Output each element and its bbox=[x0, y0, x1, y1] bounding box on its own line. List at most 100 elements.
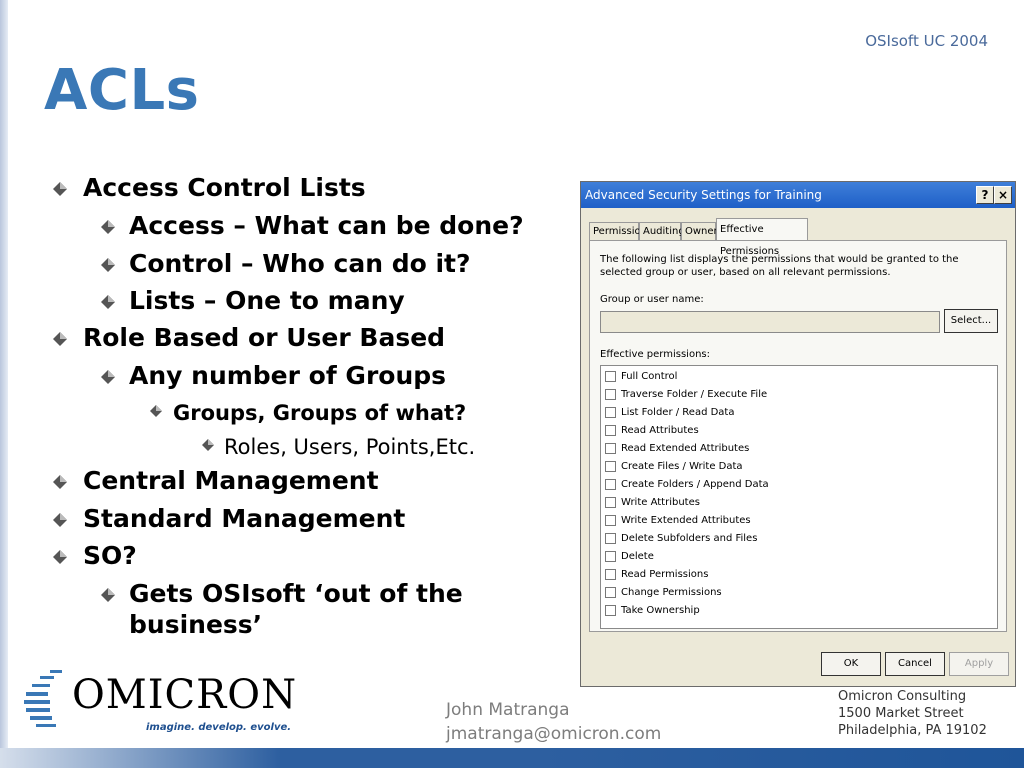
bullet-any-number: Any number of Groups bbox=[101, 361, 447, 391]
bullet-diamond-icon bbox=[53, 181, 67, 196]
permission-item[interactable]: Full Control bbox=[605, 370, 677, 384]
ok-button[interactable]: OK bbox=[821, 652, 881, 676]
bullet-access-control-lists: Access Control Lists bbox=[53, 173, 366, 203]
presenter-contact: John Matranga jmatranga@omicron.com bbox=[446, 698, 661, 746]
bullet-diamond-icon bbox=[101, 369, 115, 384]
bullet-text: business’ bbox=[129, 610, 263, 639]
bullet-text: Lists – One to many bbox=[129, 286, 405, 315]
checkbox-icon[interactable] bbox=[605, 406, 616, 418]
permission-item[interactable]: List Folder / Read Data bbox=[605, 406, 734, 420]
tab-auditing[interactable]: Auditing bbox=[639, 222, 685, 240]
permission-item[interactable]: Write Extended Attributes bbox=[605, 514, 751, 528]
bullet-diamond-icon bbox=[53, 512, 67, 527]
bullet-standard-management: Standard Management bbox=[53, 504, 406, 534]
bullet-gets-osisoft-continued: business’ bbox=[129, 610, 263, 640]
checkbox-icon[interactable] bbox=[605, 496, 616, 508]
permission-item[interactable]: Traverse Folder / Execute File bbox=[605, 388, 767, 402]
effective-permissions-label: Effective permissions: bbox=[600, 349, 710, 360]
permission-item[interactable]: Create Folders / Append Data bbox=[605, 478, 769, 492]
dialog-titlebar: Advanced Security Settings for Training … bbox=[581, 182, 1015, 208]
company-address: Omicron Consulting 1500 Market Street Ph… bbox=[838, 688, 987, 739]
omicron-logo: OMICRON imagine. develop. evolve. bbox=[20, 662, 300, 742]
checkbox-icon[interactable] bbox=[605, 604, 616, 616]
bullet-diamond-icon bbox=[53, 331, 67, 346]
checkbox-icon[interactable] bbox=[605, 568, 616, 580]
checkbox-icon[interactable] bbox=[605, 532, 616, 544]
apply-button[interactable]: Apply bbox=[949, 652, 1009, 676]
address-line-2: 1500 Market Street bbox=[838, 706, 964, 721]
checkbox-icon[interactable] bbox=[605, 478, 616, 490]
checkbox-icon[interactable] bbox=[605, 586, 616, 598]
checkbox-icon[interactable] bbox=[605, 424, 616, 436]
advanced-security-dialog: Advanced Security Settings for Training … bbox=[580, 181, 1016, 687]
address-line-3: Philadelphia, PA 19102 bbox=[838, 723, 987, 738]
group-user-field[interactable] bbox=[600, 311, 940, 333]
permission-item[interactable]: Read Permissions bbox=[605, 568, 708, 582]
bullet-text: Any number of Groups bbox=[129, 361, 447, 390]
address-line-1: Omicron Consulting bbox=[838, 689, 967, 704]
bullet-role-based: Role Based or User Based bbox=[53, 323, 446, 353]
close-button[interactable]: × bbox=[994, 186, 1012, 204]
permission-item[interactable]: Write Attributes bbox=[605, 496, 700, 510]
bullet-diamond-icon bbox=[101, 257, 115, 272]
permission-item[interactable]: Create Files / Write Data bbox=[605, 460, 743, 474]
bullet-diamond-icon bbox=[53, 549, 67, 564]
bullet-text: Access Control Lists bbox=[83, 173, 366, 202]
permission-item[interactable]: Delete Subfolders and Files bbox=[605, 532, 757, 546]
bullet-lists: Lists – One to many bbox=[101, 286, 405, 316]
footer-bar bbox=[0, 748, 1024, 768]
left-accent-bar bbox=[0, 0, 8, 768]
checkbox-icon[interactable] bbox=[605, 514, 616, 526]
dialog-title: Advanced Security Settings for Training bbox=[585, 188, 822, 202]
permission-item[interactable]: Change Permissions bbox=[605, 586, 722, 600]
bullet-roles-users: Roles, Users, Points,Etc. bbox=[202, 435, 476, 459]
bullet-central-management: Central Management bbox=[53, 466, 379, 496]
tab-permissions[interactable]: Permissions bbox=[589, 222, 652, 240]
group-label: Group or user name: bbox=[600, 294, 704, 305]
bullet-access: Access – What can be done? bbox=[101, 211, 524, 241]
bullet-diamond-icon bbox=[101, 587, 115, 602]
bullet-text: Roles, Users, Points,Etc. bbox=[224, 435, 476, 459]
logo-tagline: imagine. develop. evolve. bbox=[146, 722, 292, 733]
bullet-text: Role Based or User Based bbox=[83, 323, 446, 352]
bullet-text: Groups, Groups of what? bbox=[173, 401, 467, 425]
effective-permissions-list: Full Control Traverse Folder / Execute F… bbox=[600, 365, 998, 629]
logo-wordmark: OMICRON bbox=[72, 672, 298, 718]
checkbox-icon[interactable] bbox=[605, 370, 616, 382]
logo-swoosh-icon bbox=[24, 670, 62, 727]
bullet-control: Control – Who can do it? bbox=[101, 249, 471, 279]
tab-panel: The following list displays the permissi… bbox=[589, 240, 1007, 632]
panel-description: The following list displays the permissi… bbox=[600, 254, 959, 278]
checkbox-icon[interactable] bbox=[605, 388, 616, 400]
tab-owner[interactable]: Owner bbox=[681, 222, 718, 240]
event-label: OSIsoft UC 2004 bbox=[865, 32, 988, 50]
permission-item[interactable]: Read Extended Attributes bbox=[605, 442, 749, 456]
bullet-text: SO? bbox=[83, 541, 137, 570]
bullet-diamond-icon bbox=[101, 219, 115, 234]
permission-item[interactable]: Read Attributes bbox=[605, 424, 699, 438]
help-button[interactable]: ? bbox=[976, 186, 994, 204]
tab-effective-permissions[interactable]: Effective Permissions bbox=[716, 218, 808, 257]
bullet-so: SO? bbox=[53, 541, 137, 571]
bullet-text: Central Management bbox=[83, 466, 379, 495]
checkbox-icon[interactable] bbox=[605, 550, 616, 562]
bullet-diamond-icon bbox=[53, 474, 67, 489]
bullet-text: Standard Management bbox=[83, 504, 406, 533]
bullet-text: Gets OSIsoft ‘out of the bbox=[129, 579, 463, 608]
bullet-diamond-icon bbox=[101, 294, 115, 309]
bullet-text: Access – What can be done? bbox=[129, 211, 524, 240]
bullet-text: Control – Who can do it? bbox=[129, 249, 471, 278]
bullet-gets-osisoft: Gets OSIsoft ‘out of the bbox=[101, 579, 463, 609]
select-button[interactable]: Select... bbox=[944, 309, 998, 333]
presenter-email: jmatranga@omicron.com bbox=[446, 724, 662, 744]
permission-item[interactable]: Take Ownership bbox=[605, 604, 700, 618]
checkbox-icon[interactable] bbox=[605, 442, 616, 454]
bullet-diamond-icon bbox=[202, 439, 216, 453]
bullet-diamond-icon bbox=[150, 405, 164, 419]
slide-title: ACLs bbox=[44, 58, 200, 123]
permission-item[interactable]: Delete bbox=[605, 550, 654, 564]
checkbox-icon[interactable] bbox=[605, 460, 616, 472]
presenter-name: John Matranga bbox=[446, 700, 570, 720]
bullet-groups-of-what: Groups, Groups of what? bbox=[150, 401, 467, 425]
cancel-button[interactable]: Cancel bbox=[885, 652, 945, 676]
